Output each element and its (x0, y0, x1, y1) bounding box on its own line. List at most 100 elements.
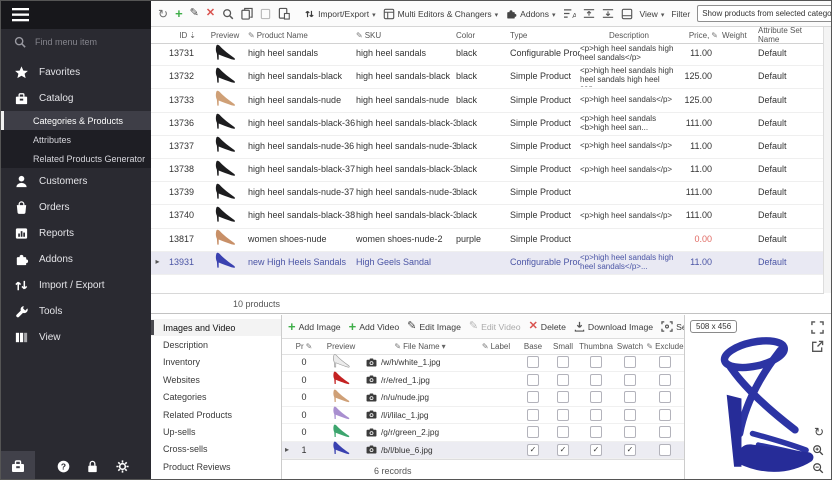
tab-related-products[interactable]: Related Products (151, 406, 281, 423)
tab-inventory[interactable]: Inventory (151, 354, 281, 371)
column-header-file-name[interactable]: ✎File Name▾ (366, 342, 474, 351)
column-header-exclude[interactable]: ✎Exclude (646, 342, 684, 351)
menu-search-input[interactable] (33, 36, 137, 48)
column-header-small[interactable]: Small (548, 342, 578, 351)
duplicate-button[interactable] (278, 7, 290, 20)
column-header-thumbnail[interactable]: Thumbna (578, 342, 614, 351)
edit-image-button[interactable]: ✎Edit Image (407, 321, 461, 332)
rotate-icon[interactable]: ↻ (814, 425, 824, 439)
exclude-checkbox[interactable] (659, 426, 671, 438)
refresh-button[interactable]: ↻ (158, 8, 168, 20)
image-row-l-i-lilac-1-jpg[interactable]: 0/l/i/lilac_1.jpg (282, 407, 684, 425)
sidebar-item-categories-products[interactable]: Categories & Products (1, 111, 151, 130)
edit-video-button[interactable]: ✎Edit Video (469, 321, 521, 332)
product-row-13738[interactable]: 13738high heel sandals-black-37high heel… (151, 159, 824, 182)
image-row-n-u-nude-jpg[interactable]: 0/n/u/nude.jpg (282, 389, 684, 407)
column-header-price[interactable]: Price,✎ (678, 31, 722, 40)
sidebar-item-favorites[interactable]: Favorites (1, 59, 151, 85)
exclude-checkbox[interactable] (659, 374, 671, 386)
column-header-preview[interactable]: Preview (202, 31, 248, 40)
addons-menu[interactable]: Addons▾ (505, 8, 555, 20)
base-checkbox[interactable] (527, 426, 539, 438)
tab-categories[interactable]: Categories (151, 389, 281, 406)
paste-button[interactable] (260, 8, 271, 20)
copy-button[interactable] (241, 7, 253, 20)
column-header-position[interactable]: Pr✎ (292, 342, 316, 351)
product-row-13739[interactable]: 13739high heel sandals-nude-37high heel … (151, 182, 824, 205)
hamburger-menu-icon[interactable] (12, 8, 30, 22)
view-menu[interactable]: View▾ (640, 9, 665, 19)
column-header-type[interactable]: Type (510, 31, 580, 40)
image-row-b-l-blue-6-jpg[interactable]: ▸1/b/l/blue_6.jpg✓✓✓✓ (282, 442, 684, 460)
base-checkbox[interactable] (527, 409, 539, 421)
download-image-button[interactable]: Download Image (574, 321, 653, 332)
set-resize-rule-button[interactable]: Set Resize Rule (661, 321, 684, 332)
tab-product-reviews[interactable]: Product Reviews (151, 458, 281, 475)
product-row-13737[interactable]: 13737high heel sandals-nude-36high heel … (151, 136, 824, 159)
image-row-w-h-white-1-jpg[interactable]: 0/w/h/white_1.jpg (282, 354, 684, 372)
small-checkbox[interactable] (557, 409, 569, 421)
column-header-description[interactable]: Description (580, 31, 678, 40)
exclude-checkbox[interactable] (659, 391, 671, 403)
product-row-13740[interactable]: 13740high heel sandals-black-38high heel… (151, 205, 824, 228)
product-row-13732[interactable]: 13732high heel sandals-blackhigh heel sa… (151, 66, 824, 89)
sidebar-item-customers[interactable]: Customers (1, 168, 151, 194)
add-product-button[interactable]: + (175, 7, 183, 20)
swatch-checkbox[interactable] (624, 374, 636, 386)
sidebar-item-reports[interactable]: Reports (1, 220, 151, 246)
tab-images-and-video[interactable]: Images and Video (151, 319, 281, 336)
multi-editors-menu[interactable]: Multi Editors & Changers▾ (383, 8, 499, 20)
column-header-swatch[interactable]: Swatch (614, 342, 646, 351)
catalog-mode-button[interactable] (1, 451, 35, 480)
small-checkbox[interactable] (557, 426, 569, 438)
column-header-color[interactable]: Color (456, 31, 510, 40)
vertical-scrollbar[interactable] (823, 27, 831, 293)
fullscreen-icon[interactable] (811, 321, 824, 336)
sidebar-item-import-export[interactable]: Import / Export (1, 272, 151, 298)
tab-up-sells[interactable]: Up-sells (151, 423, 281, 440)
image-row-g-r-green-2-jpg[interactable]: 0/g/r/green_2.jpg (282, 424, 684, 442)
swatch-checkbox[interactable]: ✓ (624, 444, 636, 456)
product-row-13736[interactable]: 13736high heel sandals-black-36high heel… (151, 113, 824, 136)
exclude-checkbox[interactable] (659, 409, 671, 421)
swatch-checkbox[interactable] (624, 391, 636, 403)
delete-button[interactable]: ✕Delete (529, 321, 566, 332)
column-header-attribute-set[interactable]: Attribute Set Name (758, 26, 824, 44)
delete-product-button[interactable]: ✕ (206, 8, 215, 19)
swatch-checkbox[interactable] (624, 356, 636, 368)
sidebar-item-catalog[interactable]: Catalog (1, 85, 151, 111)
exclude-checkbox[interactable] (659, 444, 671, 456)
swatch-checkbox[interactable] (624, 409, 636, 421)
collapse-rows-button[interactable] (602, 8, 614, 19)
settings-gear-icon[interactable] (115, 459, 130, 474)
open-external-icon[interactable] (811, 340, 824, 355)
add-image-button[interactable]: +Add Image (288, 320, 341, 333)
base-checkbox[interactable] (527, 356, 539, 368)
column-header-base[interactable]: Base (518, 342, 548, 351)
column-header-id[interactable]: ID⇣ (164, 31, 202, 40)
column-header-sku[interactable]: ✎SKU (356, 31, 456, 40)
thumbnail-checkbox[interactable] (590, 374, 602, 386)
help-icon[interactable]: ? (56, 459, 71, 474)
small-checkbox[interactable]: ✓ (557, 444, 569, 456)
thumbnail-checkbox[interactable] (590, 409, 602, 421)
edit-product-button[interactable]: ✎ (190, 8, 199, 19)
thumbnail-checkbox[interactable] (590, 391, 602, 403)
small-checkbox[interactable] (557, 391, 569, 403)
small-checkbox[interactable] (557, 374, 569, 386)
tab-description[interactable]: Description (151, 336, 281, 353)
product-row-13731[interactable]: 13731high heel sandalshigh heel sandalsb… (151, 43, 824, 66)
card-view-button[interactable] (621, 8, 633, 20)
product-row-13931[interactable]: ▸13931new High Heels SandalsHigh Geels S… (151, 252, 824, 275)
sidebar-item-attributes[interactable]: Attributes (1, 130, 151, 149)
sidebar-item-view[interactable]: View (1, 324, 151, 350)
sidebar-item-tools[interactable]: Tools (1, 298, 151, 324)
product-row-13817[interactable]: 13817women shoes-nudewomen shoes-nude-2p… (151, 229, 824, 252)
column-header-product-name[interactable]: ✎Product Name (248, 31, 356, 40)
sidebar-item-orders[interactable]: Orders (1, 194, 151, 220)
image-row-r-e-red-1-jpg[interactable]: 0/r/e/red_1.jpg (282, 372, 684, 390)
tab-cross-sells[interactable]: Cross-sells (151, 441, 281, 458)
sidebar-item-addons[interactable]: Addons (1, 246, 151, 272)
sort-az-button[interactable]: A (563, 8, 576, 19)
tab-websites[interactable]: Websites (151, 371, 281, 388)
